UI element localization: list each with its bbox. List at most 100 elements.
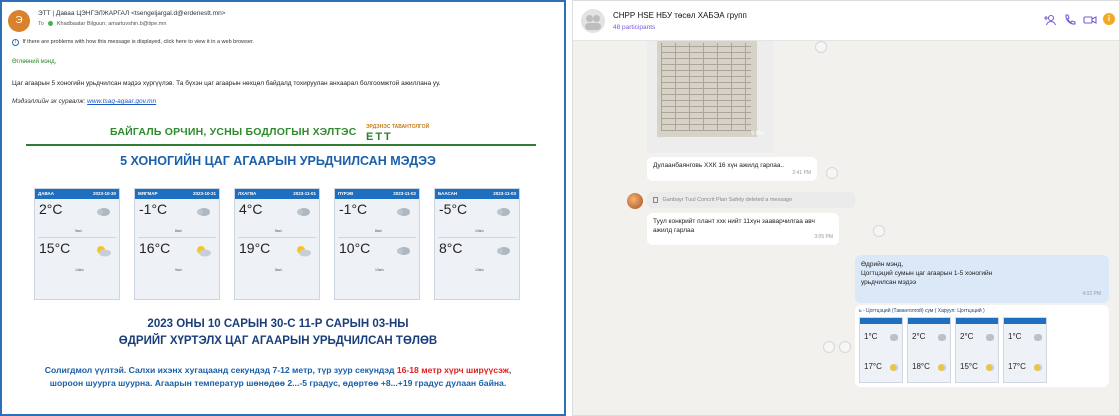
email-recipients[interactable]: Khadbaatar Bilguun; amartuvshin.b@tipe.m… xyxy=(57,21,167,27)
night-wind: 9м/с xyxy=(75,229,83,233)
poster-title: 5 ХОНОГИЙН ЦАГ АГААРЫН УРЬДЧИЛСАН МЭДЭЭ xyxy=(120,154,436,168)
cloud-icon xyxy=(1034,334,1042,341)
group-avatar[interactable] xyxy=(581,9,605,33)
message-bubble[interactable]: Дулаанбаянговь ХХК 16 хүн ажилд гарлаа..… xyxy=(647,157,817,181)
cloud-icon xyxy=(938,334,946,341)
forecast-heading-1: 2023 ОНЫ 10 САРЫН 30-С 11-Р САРЫН 03-НЫ xyxy=(147,318,409,330)
info-icon: i xyxy=(12,39,19,46)
cloud-icon xyxy=(495,244,511,256)
out-line-3: урьдчилсан мэдээ xyxy=(861,279,917,286)
night-temp: -1°C xyxy=(339,201,368,217)
chat-panel: СНРР HSE НБУ төсөл ХАБЭА групп 48 partic… xyxy=(572,0,1120,416)
message-time: 2:41 PM xyxy=(792,170,811,176)
video-icon[interactable] xyxy=(1083,13,1097,27)
message-time: 3:05 PM xyxy=(814,234,833,240)
day-wind: 9м/с xyxy=(175,268,183,272)
day-row: 8°C 12м/с xyxy=(435,238,519,276)
image-night-temp: 2°C xyxy=(912,332,926,341)
message-bubble[interactable]: Туул конкрийт плант ххк нийт 11хүн заава… xyxy=(647,213,839,245)
message-text: Дулаанбаянговь ХХК 16 хүн ажилд гарлаа.. xyxy=(653,162,785,169)
reaction-icon[interactable] xyxy=(839,341,851,353)
display-notice[interactable]: i If there are problems with how this me… xyxy=(12,39,254,46)
presence-dot-icon xyxy=(48,21,54,27)
reply-icon[interactable] xyxy=(823,341,835,353)
day-date: 2023-10-30 xyxy=(92,191,116,196)
forecast-text-a: Солигдмол үүлтэй. Салхи ихэнх хугацаанд … xyxy=(44,365,397,375)
outgoing-message[interactable]: Өдрийн мэнд, Цогтцэций сумын цаг агаарын… xyxy=(855,255,1109,303)
night-temp: -5°C xyxy=(439,201,468,217)
cloud-icon xyxy=(495,205,511,217)
screenshot-root: Э ЭТТ | Даваа ЦЭНГЭЛЖАРГАЛ <tsengeljarga… xyxy=(0,0,1120,416)
night-temp: 2°C xyxy=(39,201,63,217)
day-date: 2023-10-31 xyxy=(192,191,216,196)
group-name[interactable]: СНРР HSE НБУ төсөл ХАБЭА групп xyxy=(613,11,747,20)
image-day-card: 2°C 18°C xyxy=(907,317,951,383)
org-logo-mark: ЕТТ xyxy=(366,131,393,143)
reaction-icon[interactable] xyxy=(815,41,827,53)
add-participant-icon[interactable] xyxy=(1043,13,1057,27)
night-row: -5°C 10м/с xyxy=(435,199,519,237)
out-line-2: Цогтцэций сумын цаг агаарын 1-5 хоногийн xyxy=(861,270,993,277)
org-logo: ЭРДЭНЭС ТАВАНТОЛГОЙ ЕТТ xyxy=(366,122,436,144)
day-card: МЯГМАР 2023-10-31 -1°C 8м/с 16°C 9м/с xyxy=(134,188,220,300)
night-row: -1°C 8м/с xyxy=(135,199,219,237)
image-day-temp: 15°C xyxy=(960,362,978,371)
day-header: МЯГМАР 2023-10-31 xyxy=(135,189,219,199)
image-day-temp: 17°C xyxy=(864,362,882,371)
day-wind: 12м/с xyxy=(475,268,485,272)
day-temp: 8°C xyxy=(439,240,463,256)
day-card: БААСАН 2023-11-03 -5°C 10м/с 8°C 12м/с xyxy=(434,188,520,300)
cloud-icon xyxy=(295,205,311,217)
cloud-snow-icon xyxy=(95,205,111,217)
image-night-temp: 2°C xyxy=(960,332,974,341)
email-from[interactable]: ЭТТ | Даваа ЦЭНГЭЛЖАРГАЛ <tsengeljargal.… xyxy=(38,10,225,17)
image-day-temp: 17°C xyxy=(1008,362,1026,371)
night-row: -1°C 8м/с xyxy=(335,199,419,237)
cloud-icon xyxy=(195,205,211,217)
source-label: Мэдээллийн эх сурвалж: xyxy=(12,98,86,105)
night-row: 2°C 9м/с xyxy=(35,199,119,237)
reaction-icon[interactable] xyxy=(873,225,885,237)
sun-cloud-icon xyxy=(195,244,211,257)
night-temp: -1°C xyxy=(139,201,168,217)
email-source: Мэдээллийн эх сурвалж: www.tsag-agaar.go… xyxy=(12,98,156,105)
day-date: 2023-11-01 xyxy=(293,191,316,196)
poster-banner-title: БАЙГАЛЬ ОРЧИН, УСНЫ БОДЛОГЫН ХЭЛТЭС xyxy=(110,126,357,138)
day-row: 15°C 14м/с xyxy=(35,238,119,276)
day-date: 2023-11-02 xyxy=(393,191,416,196)
image-day-card: 1°C 17°C xyxy=(1003,317,1047,383)
day-temp: 15°C xyxy=(39,240,71,256)
display-notice-text[interactable]: If there are problems with how this mess… xyxy=(23,39,254,45)
reaction-icon[interactable] xyxy=(826,167,838,179)
forecast-text: Солигдмол үүлтэй. Салхи ихэнх хугацаанд … xyxy=(38,364,518,390)
day-wind: 8м/с xyxy=(275,268,283,272)
sun-cloud-icon xyxy=(1034,364,1042,371)
email-panel: Э ЭТТ | Даваа ЦЭНГЭЛЖАРГАЛ <tsengeljarga… xyxy=(0,0,566,416)
image-night-temp: 1°C xyxy=(1008,332,1022,341)
day-header: БААСАН 2023-11-03 xyxy=(435,189,519,199)
sun-cloud-icon xyxy=(295,244,311,257)
night-wind: 8м/с xyxy=(175,229,183,233)
day-card: ДАВАА 2023-10-30 2°C 9м/с 15°C 14м/с xyxy=(34,188,120,300)
source-link[interactable]: www.tsag-agaar.gov.mn xyxy=(87,98,156,105)
info-icon[interactable]: i xyxy=(1103,13,1115,25)
forecast-days: ДАВАА 2023-10-30 2°C 9м/с 15°C 14м/с МЯГМ… xyxy=(34,188,522,300)
day-card: ЛХАГВА 2023-11-01 4°C 8м/с 19°C 8м/с xyxy=(234,188,320,300)
forecast-heading-2: ӨДРИЙГ ХҮРТЭЛХ ЦАГ АГААРЫН УРЬДЧИЛСАН ТӨ… xyxy=(118,335,438,347)
participants-count[interactable]: 48 participants xyxy=(613,24,655,31)
message-time: 4:02 PM xyxy=(1082,291,1101,297)
day-temp: 19°C xyxy=(239,240,271,256)
sender-avatar[interactable] xyxy=(627,193,643,209)
forecast-poster: БАЙГАЛЬ ОРЧИН, УСНЫ БОДЛОГЫН ХЭЛТЭС ЭРДЭ… xyxy=(12,114,544,412)
night-wind: 8м/с xyxy=(275,229,283,233)
out-line-1: Өдрийн мэнд, xyxy=(861,261,904,268)
email-to-line: To Khadbaatar Bilguun; amartuvshin.b@tip… xyxy=(38,21,166,27)
day-card: ПҮРЭВ 2023-11-02 -1°C 8м/с 10°C 10м/с xyxy=(334,188,420,300)
phone-icon[interactable] xyxy=(1063,13,1077,27)
sun-cloud-icon xyxy=(938,364,946,371)
email-greeting: Өглөөний мэнд, xyxy=(12,59,57,65)
deleted-text: Ganbayr Tuul Concrit Plan Safety deleted… xyxy=(662,197,793,203)
photo-message[interactable]: 9 PM xyxy=(647,41,773,153)
forecast-image-message[interactable]: ь - Цогтцэций (Таванголгой) сум ( Харуул… xyxy=(855,305,1109,387)
cloud-icon xyxy=(890,334,898,341)
